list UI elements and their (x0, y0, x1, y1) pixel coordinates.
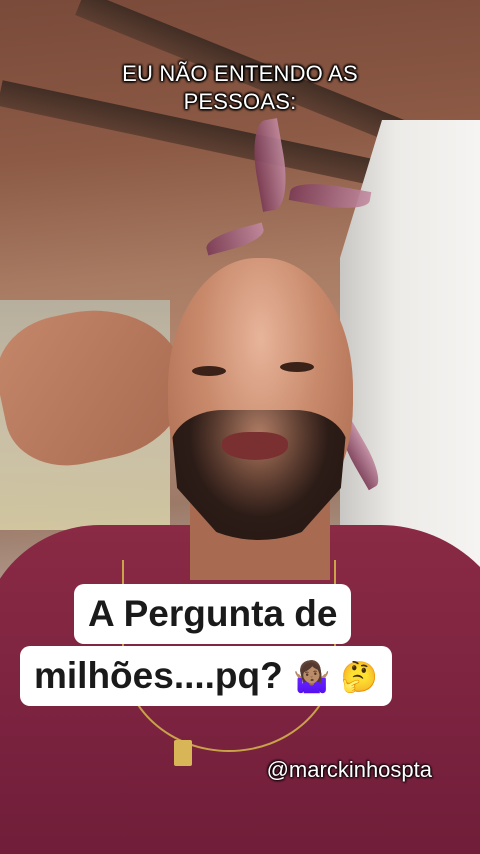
caption-line-1: EU NÃO ENTENDO AS (122, 61, 358, 86)
sticker-text-1: A Pergunta de (88, 593, 338, 634)
creator-handle: @marckinhospta (266, 757, 432, 782)
caption-line-2: PESSOAS: (183, 89, 297, 114)
top-caption: EU NÃO ENTENDO AS PESSOAS: (0, 60, 480, 116)
video-frame (0, 0, 480, 854)
thinking-emoji-icon: 🤔 (340, 660, 379, 696)
mouth (222, 432, 288, 460)
question-sticker-line-2: milhões....pq? 🤷🏽‍♀️ 🤔 (20, 646, 393, 706)
right-eye (280, 362, 314, 372)
necklace-pendant (174, 740, 192, 766)
question-sticker-line-1: A Pergunta de (74, 584, 352, 644)
sticker-text-2: milhões....pq? (34, 655, 283, 696)
right-wall (340, 120, 480, 580)
shrug-emoji-icon: 🤷🏽‍♀️ (293, 660, 331, 696)
left-eye (192, 366, 226, 376)
